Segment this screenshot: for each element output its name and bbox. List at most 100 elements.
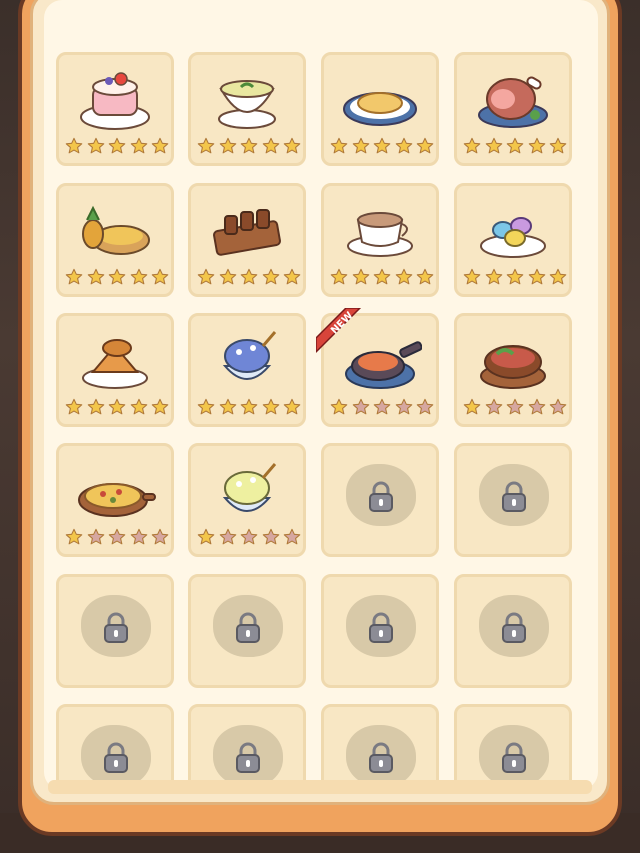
star-empty-icon [395,398,413,416]
star-empty-icon [373,398,391,416]
star-rating [197,137,301,157]
star-filled-icon [330,268,348,286]
recipe-card[interactable] [56,704,174,790]
recipe-card[interactable] [454,704,572,790]
recipe-card[interactable] [56,183,174,297]
fruit-tart-icon [82,339,148,389]
star-empty-icon [130,528,148,546]
star-rating [463,268,567,288]
star-rating [330,398,434,418]
roast-ham-icon [478,76,548,128]
star-filled-icon [330,137,348,155]
padlock-icon [369,612,393,643]
recipe-card[interactable] [188,574,306,688]
soup-bowl-icon [218,80,276,129]
star-rating [65,137,169,157]
star-filled-icon [108,137,126,155]
melon-shaved-ice-icon [222,463,277,512]
recipe-card[interactable] [321,704,439,790]
recipe-card[interactable] [188,52,306,166]
recipe-card[interactable] [454,443,572,557]
star-filled-icon [87,268,105,286]
star-filled-icon [197,268,215,286]
star-filled-icon [416,268,434,286]
padlock-icon [104,612,128,643]
recipe-card[interactable] [188,443,306,557]
star-filled-icon [416,137,434,155]
star-filled-icon [65,528,83,546]
omelette-plate-icon [343,92,417,126]
star-filled-icon [130,137,148,155]
padlock-icon [104,742,128,773]
recipe-card[interactable] [188,313,306,427]
recipe-card[interactable] [188,704,306,790]
star-filled-icon [506,137,524,155]
star-filled-icon [506,268,524,286]
star-filled-icon [65,137,83,155]
star-filled-icon [283,268,301,286]
star-empty-icon [151,528,169,546]
padlock-icon [502,612,526,643]
recipe-card[interactable] [56,52,174,166]
recipe-card[interactable] [321,574,439,688]
star-filled-icon [130,268,148,286]
star-filled-icon [395,268,413,286]
star-empty-icon [549,398,567,416]
star-filled-icon [549,268,567,286]
star-empty-icon [240,528,258,546]
recipe-card[interactable] [454,52,572,166]
recipe-card[interactable] [56,313,174,427]
recipe-card[interactable]: NEW [316,308,439,427]
strawberry-cake-icon [80,72,150,130]
star-filled-icon [219,268,237,286]
recipe-card[interactable] [321,52,439,166]
latte-cup-icon [347,212,413,257]
pineapple-pie-icon [82,205,150,255]
star-empty-icon [528,398,546,416]
recipe-card[interactable] [56,574,174,688]
recipe-grid-panel[interactable]: NEW [44,0,598,790]
star-rating [463,398,567,418]
star-filled-icon [87,137,105,155]
star-rating [65,398,169,418]
star-filled-icon [240,137,258,155]
star-filled-icon [262,398,280,416]
star-rating [330,268,434,288]
star-filled-icon [197,398,215,416]
star-filled-icon [108,268,126,286]
star-empty-icon [219,528,237,546]
blueberry-shaved-ice-icon [222,331,277,380]
new-badge: NEW [316,308,362,354]
star-filled-icon [65,268,83,286]
star-empty-icon [262,528,280,546]
star-filled-icon [240,268,258,286]
star-filled-icon [528,268,546,286]
star-filled-icon [151,398,169,416]
star-filled-icon [463,398,481,416]
padlock-icon [236,742,260,773]
recipe-card[interactable] [321,443,439,557]
star-filled-icon [463,268,481,286]
star-empty-icon [506,398,524,416]
star-filled-icon [395,137,413,155]
recipe-card[interactable] [454,313,572,427]
star-filled-icon [330,398,348,416]
star-rating [65,268,169,288]
recipe-card[interactable] [56,443,174,557]
recipe-card[interactable] [321,183,439,297]
star-filled-icon [240,398,258,416]
star-filled-icon [108,398,126,416]
recipe-card[interactable] [188,183,306,297]
star-filled-icon [65,398,83,416]
skewers-icon [213,209,281,256]
recipe-card[interactable] [454,183,572,297]
star-filled-icon [151,137,169,155]
star-rating [197,268,301,288]
star-filled-icon [485,137,503,155]
recipe-card[interactable] [454,574,572,688]
padlock-icon [502,742,526,773]
star-filled-icon [219,137,237,155]
padlock-icon [502,481,526,512]
star-filled-icon [197,137,215,155]
star-filled-icon [485,268,503,286]
